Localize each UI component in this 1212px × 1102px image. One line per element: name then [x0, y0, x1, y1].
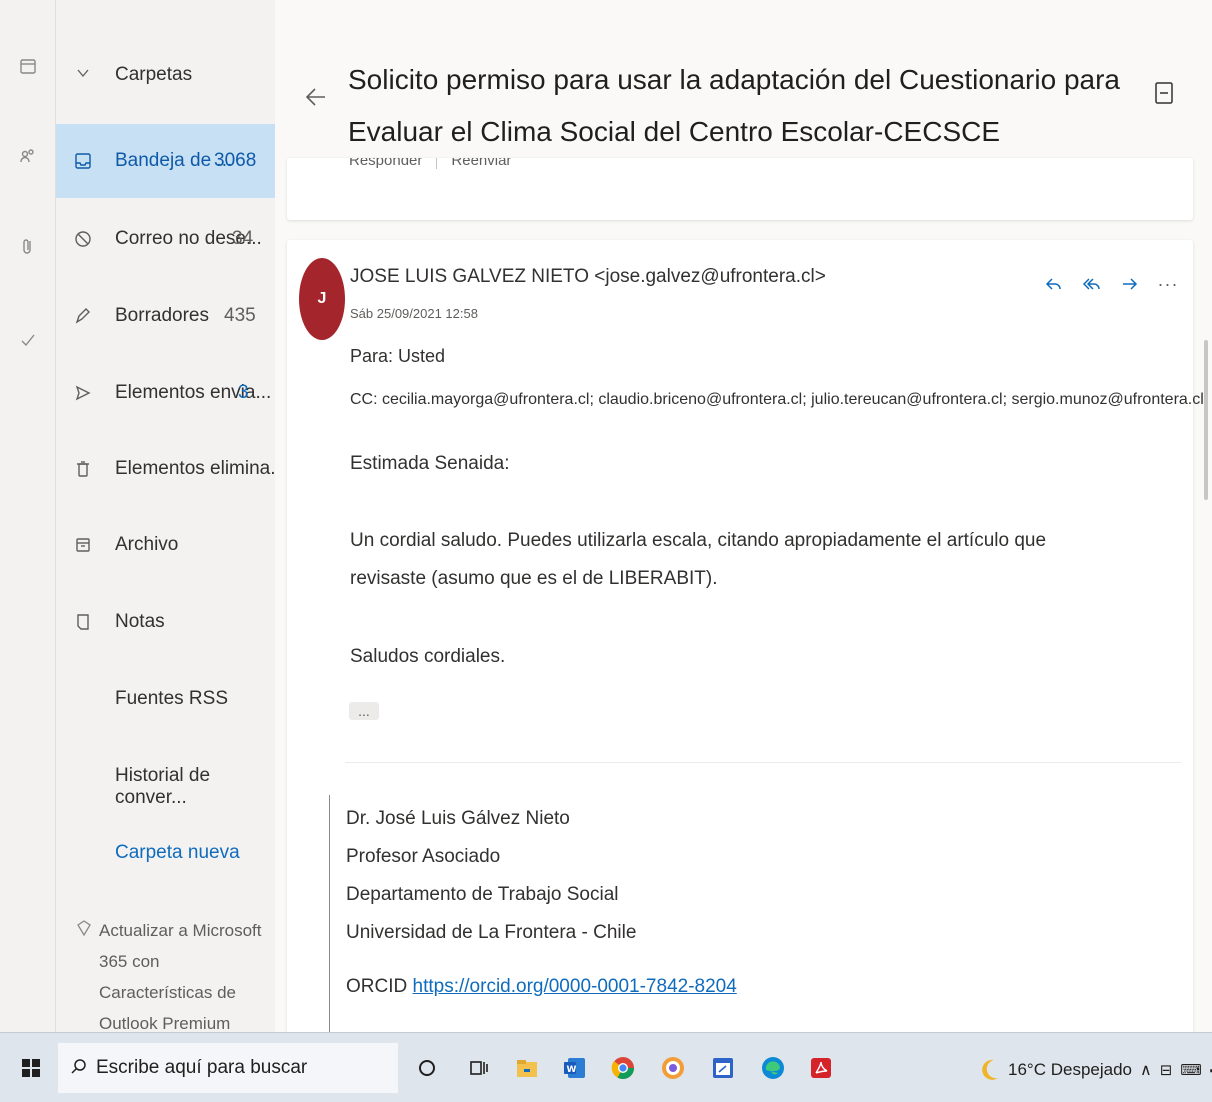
weather-status[interactable]: 16°C Despejado — [1008, 1060, 1132, 1080]
sender[interactable]: JOSE LUIS GALVEZ NIETO <jose.galvez@ufro… — [350, 266, 826, 288]
message-subject: Solicito permiso para usar la adaptación… — [348, 64, 1120, 147]
scroll-thumb[interactable] — [1204, 340, 1208, 500]
closing: Saludos cordiales. — [350, 646, 506, 667]
note-icon — [72, 611, 94, 633]
svg-text:W: W — [567, 1065, 577, 1075]
outlook-window: Carpetas Bandeja de ... 3068 Correo no d… — [0, 0, 1212, 1055]
paperclip-icon[interactable] — [14, 232, 42, 260]
cc-recipients: CC: cecilia.mayorga@ufrontera.cl; claudi… — [350, 391, 1204, 408]
windows-start-icon[interactable] — [22, 1059, 40, 1077]
edge-icon[interactable] — [756, 1051, 790, 1085]
upgrade-text: Actualizar a Microsoft 365 con Caracterí… — [99, 921, 262, 1033]
chrome-icon[interactable] — [606, 1051, 640, 1085]
cortana-icon[interactable] — [410, 1051, 444, 1085]
reply-icon[interactable] — [1041, 271, 1067, 297]
signature-bar — [329, 795, 330, 1055]
search-icon — [71, 1059, 86, 1074]
calendar-icon[interactable] — [14, 52, 42, 80]
reply-link[interactable]: Responder — [349, 158, 422, 169]
show-trimmed-content-button[interactable]: ... — [349, 702, 379, 720]
unread-count: 3068 — [214, 150, 257, 171]
folder-drafts[interactable]: Borradores 435 — [56, 279, 275, 353]
app-rail — [0, 0, 56, 1032]
keyboard-icon[interactable]: ⌨ — [1180, 1061, 1202, 1079]
body-paragraph: Un cordial saludo. Puedes utilizarla esc… — [350, 530, 1047, 589]
greeting: Estimada Senaida: — [350, 453, 510, 474]
folder-junk[interactable]: Correo no dese... 34 — [56, 202, 275, 276]
signature-university: Universidad de La Frontera - Chile — [346, 922, 637, 943]
word-icon[interactable]: W — [558, 1051, 592, 1085]
inbox-icon — [72, 150, 94, 172]
to-recipients: Para: Usted — [350, 346, 446, 366]
message-date: Sáb 25/09/2021 12:58 — [350, 306, 478, 321]
chevron-down-icon — [77, 69, 89, 78]
reading-pane: Solicito permiso para usar la adaptación… — [275, 0, 1212, 1055]
new-folder-link[interactable]: Carpeta nueva — [115, 842, 240, 864]
network-icon[interactable]: ⊟ — [1160, 1061, 1173, 1079]
reply-all-icon[interactable] — [1079, 271, 1105, 297]
folder-label: Notas — [115, 611, 165, 632]
folder-deleted[interactable]: Elementos elimina... — [56, 432, 286, 506]
scrollbar[interactable] — [1202, 180, 1210, 1020]
more-actions-icon[interactable]: ··· — [1155, 271, 1181, 297]
people-icon[interactable] — [14, 142, 42, 170]
draft-count: 435 — [224, 305, 256, 326]
folder-rss[interactable]: Fuentes RSS — [115, 688, 228, 710]
message-actions: ··· — [1041, 270, 1181, 298]
orcid-label: ORCID — [346, 976, 408, 997]
folder-notes[interactable]: Notas — [56, 585, 275, 659]
diamond-icon — [77, 920, 91, 937]
taskbar-search-input[interactable]: Escribe aquí para buscar — [58, 1043, 398, 1093]
action-separator — [436, 158, 438, 170]
signature: Dr. José Luis Gálvez Nieto Profesor Asoc… — [346, 800, 737, 1006]
folder-sent[interactable]: Elementos envia... 3 — [56, 356, 275, 430]
moon-weather-icon — [982, 1059, 998, 1080]
chevron-up-icon[interactable]: ∧ — [1140, 1060, 1152, 1080]
folder-pane: Carpetas Bandeja de ... 3068 Correo no d… — [56, 0, 286, 1033]
previous-message-card[interactable]: Responder Reenviar — [287, 158, 1193, 220]
search-placeholder: Escribe aquí para buscar — [96, 1057, 308, 1078]
folder-archive[interactable]: Archivo — [56, 508, 275, 582]
acrobat-icon[interactable] — [804, 1051, 838, 1085]
file-explorer-icon[interactable] — [510, 1051, 544, 1085]
send-icon — [72, 382, 94, 404]
pencil-icon — [72, 305, 94, 327]
unread-count: 34 — [232, 228, 254, 249]
signature-title: Profesor Asociado — [346, 846, 501, 867]
calendar-app-icon[interactable] — [706, 1051, 740, 1085]
browser-icon[interactable] — [656, 1051, 690, 1085]
system-tray: 16°C Despejado ∧ ⊟ ⌨ 🔈︎ — [980, 1053, 1212, 1087]
forward-link[interactable]: Reenviar — [451, 158, 511, 169]
trash-icon — [72, 458, 94, 480]
avatar[interactable]: J — [299, 258, 345, 340]
folders-header[interactable]: Carpetas — [56, 50, 275, 100]
folder-inbox[interactable]: Bandeja de ... 3068 — [56, 124, 275, 198]
folders-header-label: Carpetas — [115, 64, 193, 85]
forward-icon[interactable] — [1117, 271, 1143, 297]
signature-department: Departamento de Trabajo Social — [346, 884, 619, 905]
divider — [345, 762, 1181, 763]
folder-label: Borradores — [115, 305, 209, 326]
archive-icon — [72, 534, 94, 556]
immersive-reader-icon[interactable] — [1153, 80, 1175, 106]
folder-label: Elementos elimina... — [115, 458, 287, 479]
task-view-icon[interactable] — [462, 1051, 496, 1085]
orcid-link[interactable]: https://orcid.org/0000-0001-7842-8204 — [413, 976, 737, 997]
back-arrow-icon[interactable] — [303, 84, 329, 110]
junk-icon — [72, 228, 94, 250]
message-card: J JOSE LUIS GALVEZ NIETO <jose.galvez@uf… — [287, 240, 1204, 1055]
folder-conversation-history[interactable]: Historial de conver... — [115, 765, 275, 809]
folder-label: Archivo — [115, 534, 179, 555]
unread-count: 3 — [238, 382, 249, 403]
signature-orcid: ORCID https://orcid.org/0000-0001-7842-8… — [346, 968, 737, 1006]
signature-name: Dr. José Luis Gálvez Nieto — [346, 808, 570, 829]
todo-check-icon[interactable] — [14, 325, 42, 353]
taskbar: Escribe aquí para buscar W 16°C Despejad… — [0, 1032, 1212, 1102]
